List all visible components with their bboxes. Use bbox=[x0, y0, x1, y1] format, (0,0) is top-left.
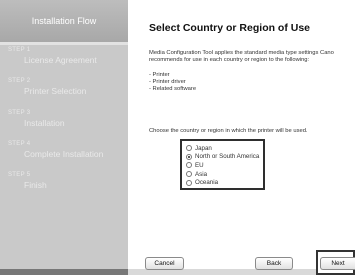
installation-flow-sidebar: Installation Flow STEP 1 License Agreeme… bbox=[0, 0, 128, 275]
description-line: recommends for use in each country or re… bbox=[149, 57, 310, 64]
next-button[interactable]: Next bbox=[320, 257, 355, 270]
step-label: License Agreement bbox=[24, 55, 97, 65]
sidebar-bottom-bar bbox=[0, 269, 128, 275]
region-option-eu[interactable]: EU bbox=[186, 161, 263, 170]
region-option-north-or-south-america[interactable]: North or South America bbox=[186, 153, 263, 162]
sidebar-title: Installation Flow bbox=[0, 0, 128, 42]
region-option-asia[interactable]: Asia bbox=[186, 170, 263, 179]
region-prompt: Choose the country or region in which th… bbox=[149, 128, 308, 134]
step-label: Installation bbox=[24, 118, 65, 128]
option-label: EU bbox=[195, 161, 204, 169]
option-label: North or South America bbox=[195, 153, 260, 161]
step-number: STEP 2 bbox=[8, 78, 31, 84]
region-option-oceania[interactable]: Oceania bbox=[186, 178, 263, 187]
description-line: Media Configuration Tool applies the sta… bbox=[149, 50, 334, 56]
option-label: Japan bbox=[195, 144, 212, 152]
list-item: - Printer driver bbox=[149, 79, 186, 86]
radio-button[interactable] bbox=[186, 171, 192, 178]
back-button[interactable]: Back bbox=[255, 257, 293, 270]
step-label: Finish bbox=[24, 180, 47, 190]
page-title: Select Country or Region of Use bbox=[149, 22, 311, 34]
target-list: - Printer - Printer driver - Related sof… bbox=[149, 72, 196, 94]
region-radio-group: Japan North or South America EU Asia Oce… bbox=[180, 139, 265, 190]
step-label: Complete Installation bbox=[24, 149, 104, 159]
region-option-japan[interactable]: Japan bbox=[186, 144, 263, 153]
radio-button[interactable] bbox=[186, 179, 192, 186]
description-text: Media Configuration Tool applies the sta… bbox=[149, 50, 355, 65]
sidebar-divider bbox=[0, 42, 128, 45]
radio-button[interactable] bbox=[186, 145, 192, 152]
radio-button-selected[interactable] bbox=[186, 153, 192, 160]
cancel-button[interactable]: Cancel bbox=[145, 257, 184, 270]
list-item: - Related software bbox=[149, 86, 197, 93]
step-number: STEP 1 bbox=[8, 47, 31, 53]
step-number: STEP 4 bbox=[8, 141, 31, 147]
step-label: Printer Selection bbox=[24, 86, 87, 96]
step-number: STEP 3 bbox=[8, 110, 31, 116]
option-label: Asia bbox=[195, 170, 208, 178]
step-number: STEP 5 bbox=[8, 172, 31, 178]
list-item: - Printer bbox=[149, 72, 170, 78]
radio-button[interactable] bbox=[186, 162, 192, 169]
option-label: Oceania bbox=[195, 179, 219, 187]
